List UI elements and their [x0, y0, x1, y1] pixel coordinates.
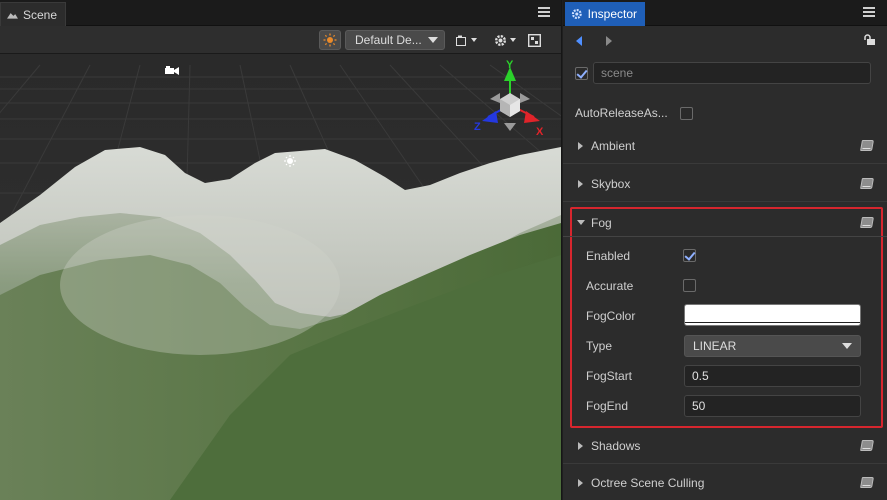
- help-book-icon[interactable]: [860, 140, 874, 151]
- layout-button[interactable]: [525, 30, 543, 50]
- auto-release-label: AutoReleaseAs...: [575, 106, 668, 120]
- scene-menu-icon[interactable]: [538, 6, 550, 18]
- fog-end-input[interactable]: 50: [684, 395, 861, 417]
- section-fog-label: Fog: [591, 216, 612, 230]
- help-book-icon[interactable]: [860, 477, 874, 488]
- scene-tabbar: Scene: [0, 0, 561, 26]
- grid-layout-icon: [527, 33, 541, 47]
- chevron-right-icon: [578, 142, 583, 150]
- inspector-tabbar: Inspector: [563, 0, 887, 26]
- section-skybox-label: Skybox: [591, 177, 631, 191]
- tab-inspector-label: Inspector: [587, 7, 637, 21]
- scene-toolbar: Default De...: [0, 26, 561, 54]
- fog-start-label: FogStart: [586, 369, 633, 383]
- gizmo-z-label: Z: [474, 121, 481, 133]
- sun-icon: [323, 33, 337, 47]
- fog-color-swatch[interactable]: [684, 304, 861, 326]
- scene-viewport[interactable]: Y X Z: [0, 55, 561, 500]
- fog-accurate-row: Accurate: [563, 271, 887, 301]
- fog-accurate-checkbox[interactable]: [683, 279, 696, 292]
- help-book-icon[interactable]: [860, 440, 874, 451]
- help-book-icon[interactable]: [860, 178, 874, 189]
- chevron-right-icon: [578, 442, 583, 450]
- node-name-input[interactable]: scene: [593, 62, 871, 84]
- camera-dropdown[interactable]: Default De...: [345, 30, 445, 50]
- tab-scene[interactable]: Scene: [0, 2, 66, 26]
- chevron-right-icon: [578, 180, 583, 188]
- section-ambient-label: Ambient: [591, 139, 636, 153]
- fog-color-row: FogColor: [563, 301, 887, 331]
- inspector-nav-row: [563, 27, 887, 55]
- gizmo-x-label: X: [536, 126, 544, 138]
- gear-icon: [571, 9, 582, 19]
- help-book-icon[interactable]: [860, 217, 874, 228]
- editor-window: Scene Default De... Y X Z Inspector scen…: [0, 0, 887, 500]
- section-octree[interactable]: Octree Scene Culling: [563, 465, 887, 500]
- chevron-down-icon: [510, 38, 516, 42]
- scene-render: Y X Z: [0, 55, 561, 500]
- auto-release-checkbox[interactable]: [680, 107, 693, 120]
- inspector-panel: Inspector scene AutoReleaseAs... Ambient: [563, 0, 887, 500]
- inspector-menu-icon[interactable]: [863, 6, 875, 18]
- snapshot-button[interactable]: [452, 30, 480, 50]
- scene-icon: [7, 12, 18, 19]
- fog-end-label: FogEnd: [586, 399, 629, 413]
- fog-end-row: FogEnd 50: [563, 391, 887, 421]
- section-shadows-label: Shadows: [591, 439, 641, 453]
- section-ambient[interactable]: Ambient: [563, 128, 887, 164]
- chevron-right-icon: [578, 479, 583, 487]
- tab-inspector[interactable]: Inspector: [565, 2, 645, 26]
- fog-type-row: Type LINEAR: [563, 331, 887, 361]
- chevron-down-icon: [428, 37, 438, 43]
- fog-type-label: Type: [586, 339, 613, 353]
- forward-arrow-icon[interactable]: [605, 35, 613, 47]
- scene-lighting-button[interactable]: [319, 30, 341, 50]
- fog-accurate-label: Accurate: [586, 279, 634, 293]
- node-name-row: scene: [563, 58, 887, 88]
- section-skybox[interactable]: Skybox: [563, 166, 887, 202]
- camera-dropdown-value: Default De...: [355, 33, 422, 47]
- fog-type-select[interactable]: LINEAR: [684, 335, 861, 357]
- fog-type-value: LINEAR: [693, 339, 737, 353]
- section-octree-label: Octree Scene Culling: [591, 476, 705, 490]
- fog-enabled-checkbox[interactable]: [683, 249, 696, 262]
- section-fog[interactable]: Fog: [563, 205, 887, 237]
- auto-release-row: AutoReleaseAs...: [563, 98, 887, 128]
- scene-settings-button[interactable]: [491, 30, 519, 50]
- camera-snapshot-icon: [455, 35, 466, 46]
- fog-start-row: FogStart 0.5: [563, 361, 887, 391]
- node-active-checkbox[interactable]: [575, 67, 588, 80]
- gizmo-y-label: Y: [506, 59, 514, 71]
- chevron-down-icon: [577, 220, 585, 225]
- fog-enabled-label: Enabled: [586, 249, 631, 263]
- fog-enabled-row: Enabled: [563, 241, 887, 271]
- fog-start-input[interactable]: 0.5: [684, 365, 861, 387]
- chevron-down-icon: [842, 343, 852, 349]
- gear-icon: [494, 34, 507, 46]
- unlock-icon[interactable]: [863, 34, 876, 46]
- scene-panel: Scene Default De... Y X Z: [0, 0, 562, 500]
- back-arrow-icon[interactable]: [575, 35, 583, 47]
- fog-color-label: FogColor: [586, 309, 636, 323]
- tab-scene-label: Scene: [22, 7, 57, 22]
- section-shadows[interactable]: Shadows: [563, 428, 887, 464]
- chevron-down-icon: [470, 38, 477, 42]
